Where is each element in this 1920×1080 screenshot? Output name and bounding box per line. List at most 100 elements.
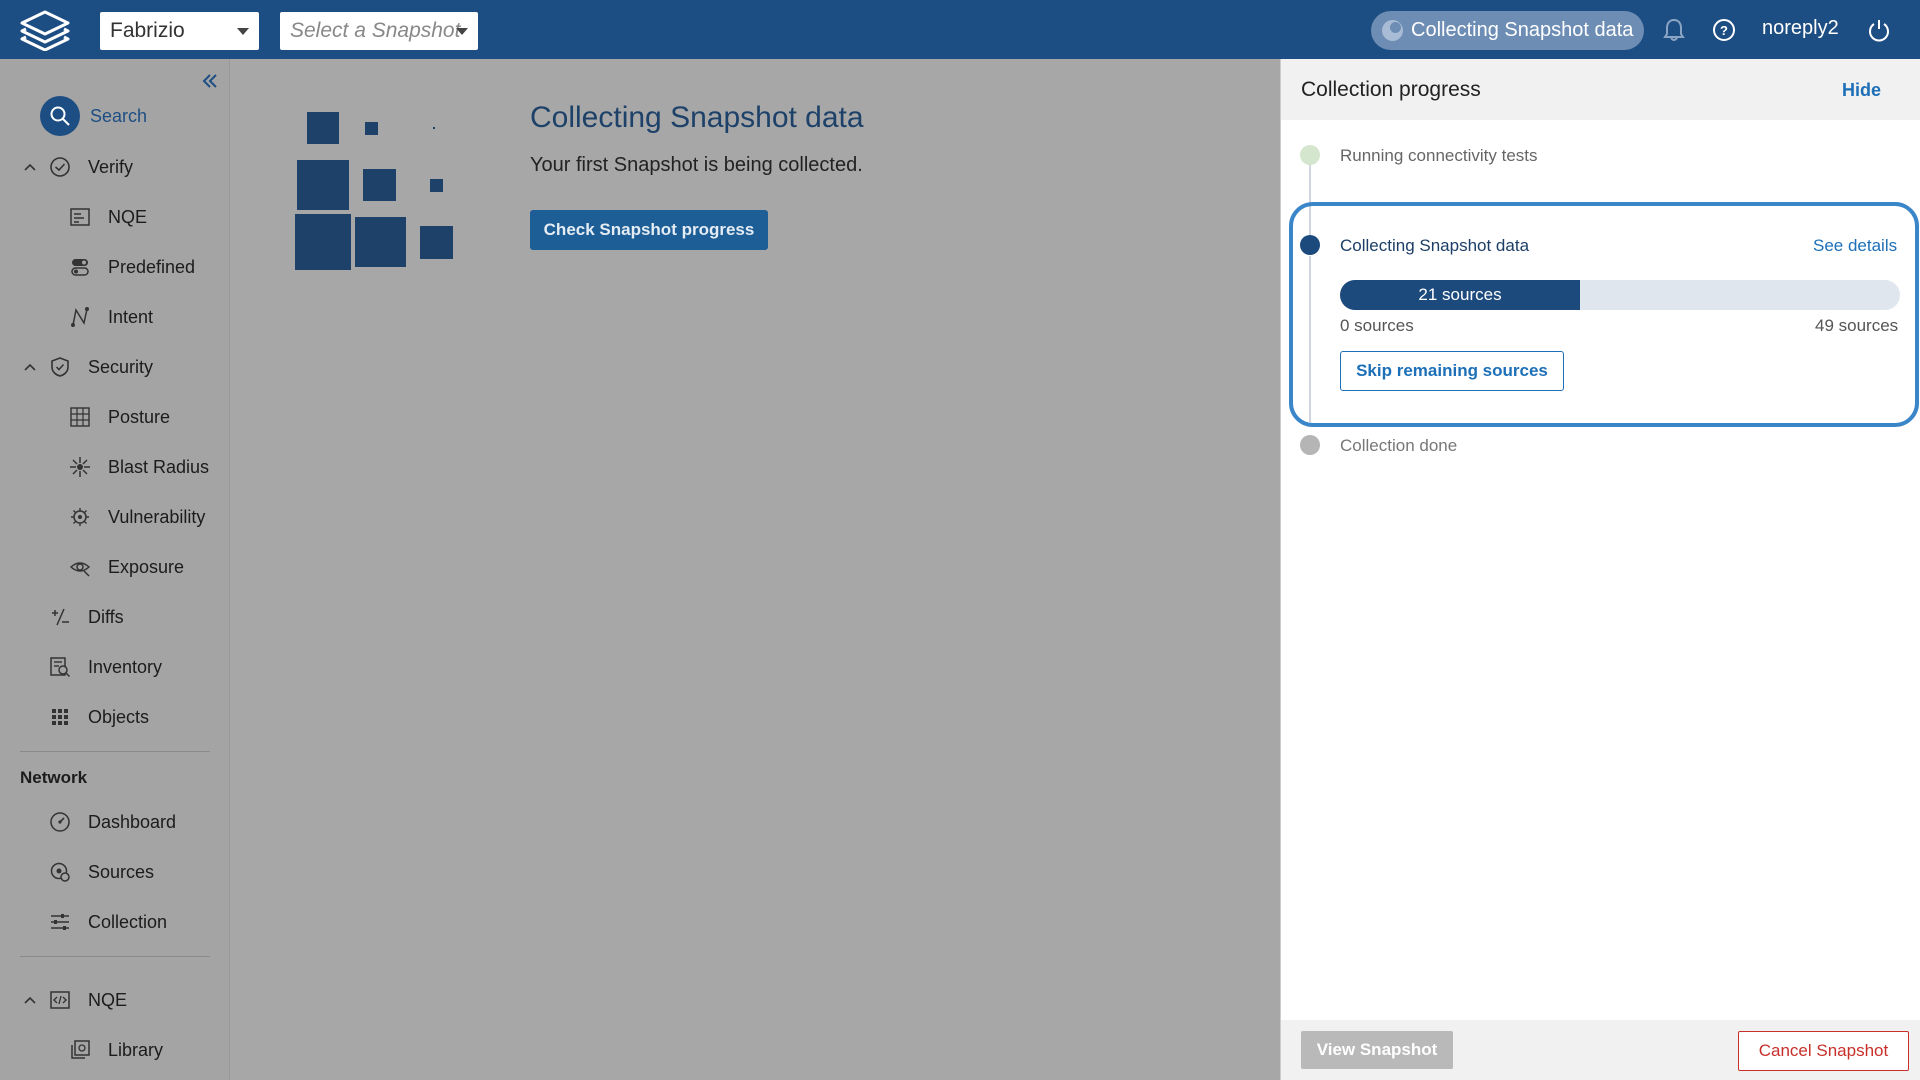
- sidebar-item-dashboard[interactable]: Dashboard: [48, 802, 176, 842]
- shield-icon: [48, 355, 72, 379]
- sidebar-item-sources[interactable]: Sources: [48, 852, 154, 892]
- posture-grid-icon: [68, 405, 92, 429]
- sidebar-item-nqe[interactable]: NQE: [68, 197, 147, 237]
- chevron-up-icon[interactable]: [23, 360, 37, 374]
- sidebar-item-label: Blast Radius: [108, 456, 210, 477]
- search-icon: [40, 96, 80, 136]
- power-icon[interactable]: [1866, 17, 1892, 43]
- svg-text:?: ?: [1720, 23, 1728, 38]
- sidebar-item-label: NQE: [108, 206, 148, 227]
- sidebar-item-label: Verify: [88, 156, 134, 177]
- bell-icon[interactable]: [1661, 17, 1687, 43]
- toggle-icon: [68, 255, 92, 279]
- sidebar-item-diffs[interactable]: Diffs: [48, 597, 124, 637]
- step-done-dot: [1300, 145, 1320, 165]
- progress-min-label: 0 sources: [1340, 316, 1414, 335]
- illustration-block: [295, 214, 351, 270]
- sidebar-group-nqe[interactable]: NQE: [48, 980, 127, 1020]
- sidebar-item-label: Diffs: [88, 606, 124, 627]
- illustration-block: [430, 179, 443, 192]
- sidebar-item-library[interactable]: Library: [68, 1030, 163, 1070]
- step-label: Running connectivity tests: [1340, 146, 1538, 165]
- sidebar-item-label: Search: [90, 105, 148, 126]
- sources-gear-icon: [48, 860, 72, 884]
- blast-icon: [68, 455, 92, 479]
- sources-progress-bar: 21 sources: [1340, 280, 1900, 310]
- gauge-icon: [48, 810, 72, 834]
- grid-dots-icon: [48, 705, 72, 729]
- sidebar-item-posture[interactable]: Posture: [68, 397, 170, 437]
- sidebar-item-label: Exposure: [108, 556, 185, 577]
- chevron-down-icon: [456, 28, 468, 35]
- sidebar-section-network: Network: [20, 768, 88, 787]
- illustration-block: [433, 127, 435, 129]
- sidebar: Search Verify NQE Predefined Intent Secu…: [0, 59, 230, 1080]
- sidebar-item-objects[interactable]: Objects: [48, 697, 149, 737]
- nqe-icon: [68, 205, 92, 229]
- collection-status-pill[interactable]: Collecting Snapshot data: [1371, 11, 1644, 50]
- see-details-link[interactable]: See details: [1813, 236, 1897, 256]
- view-snapshot-button[interactable]: View Snapshot: [1301, 1031, 1453, 1069]
- sidebar-item-label: Collection: [88, 911, 168, 932]
- help-icon[interactable]: ?: [1711, 17, 1737, 43]
- code-icon: [48, 988, 72, 1012]
- step-active-dot: [1300, 235, 1320, 255]
- step-label: Collection done: [1340, 436, 1458, 455]
- check-circle-icon: [48, 155, 72, 179]
- snapshot-select[interactable]: Select a Snapshot: [280, 12, 478, 50]
- skip-remaining-sources-button[interactable]: Skip remaining sources: [1340, 351, 1564, 391]
- virus-icon: [68, 505, 92, 529]
- sidebar-item-label: Predefined: [108, 256, 196, 277]
- sidebar-item-label: Vulnerability: [108, 506, 206, 527]
- sliders-icon: [48, 910, 72, 934]
- chevron-up-icon[interactable]: [23, 993, 37, 1007]
- sidebar-item-blast-radius[interactable]: Blast Radius: [68, 447, 209, 487]
- sidebar-item-label: Dashboard: [88, 811, 177, 832]
- sidebar-divider: [20, 956, 210, 957]
- cancel-snapshot-button[interactable]: Cancel Snapshot: [1738, 1031, 1909, 1071]
- sidebar-item-label: Library: [108, 1039, 164, 1060]
- sidebar-group-security[interactable]: Security: [48, 347, 153, 387]
- username-label[interactable]: noreply2: [1762, 17, 1839, 40]
- collecting-illustration: [293, 110, 463, 280]
- inventory-icon: [48, 655, 72, 679]
- sidebar-item-search[interactable]: Search: [40, 96, 147, 136]
- top-bar: Fabrizio Select a Snapshot Collecting Sn…: [0, 0, 1920, 59]
- step-label: Collecting Snapshot data: [1340, 236, 1530, 255]
- progress-max-label: 49 sources: [1815, 316, 1899, 335]
- check-snapshot-progress-button[interactable]: Check Snapshot progress: [530, 210, 768, 250]
- sidebar-item-label: NQE: [88, 989, 128, 1010]
- sidebar-item-label: Intent: [108, 306, 154, 327]
- page-subtitle: Your first Snapshot is being collected.: [530, 154, 863, 176]
- illustration-block: [297, 160, 349, 210]
- sidebar-item-predefined[interactable]: Predefined: [68, 247, 195, 287]
- chevron-up-icon[interactable]: [23, 160, 37, 174]
- collapse-sidebar-icon[interactable]: [200, 71, 220, 91]
- sidebar-item-intent[interactable]: Intent: [68, 297, 153, 337]
- sidebar-item-exposure[interactable]: Exposure: [68, 547, 184, 587]
- sidebar-group-verify[interactable]: Verify: [48, 147, 133, 187]
- sidebar-item-vulnerability[interactable]: Vulnerability: [68, 497, 205, 537]
- workspace-select[interactable]: Fabrizio: [100, 12, 259, 50]
- app-logo-icon[interactable]: [18, 9, 72, 51]
- sidebar-item-collection[interactable]: Collection: [48, 902, 167, 942]
- sidebar-item-label: Sources: [88, 861, 155, 882]
- panel-header: Collection progress Hide: [1281, 59, 1920, 120]
- collection-status-label: Collecting Snapshot data: [1411, 19, 1634, 41]
- sidebar-item-label: Inventory: [88, 656, 163, 677]
- step-pending-dot: [1300, 435, 1320, 455]
- sidebar-item-inventory[interactable]: Inventory: [48, 647, 162, 687]
- illustration-block: [420, 226, 453, 259]
- illustration-block: [355, 217, 406, 267]
- hide-panel-link[interactable]: Hide: [1842, 80, 1881, 101]
- chevron-down-icon: [237, 28, 249, 35]
- snapshot-select-placeholder: Select a Snapshot: [290, 19, 461, 42]
- spinner-icon: [1382, 20, 1403, 41]
- path-icon: [68, 305, 92, 329]
- eye-icon: [68, 555, 92, 579]
- illustration-block: [307, 112, 339, 144]
- diff-icon: [48, 605, 72, 629]
- workspace-select-value: Fabrizio: [110, 19, 185, 42]
- sidebar-item-label: Posture: [108, 406, 171, 427]
- sidebar-divider: [20, 751, 210, 752]
